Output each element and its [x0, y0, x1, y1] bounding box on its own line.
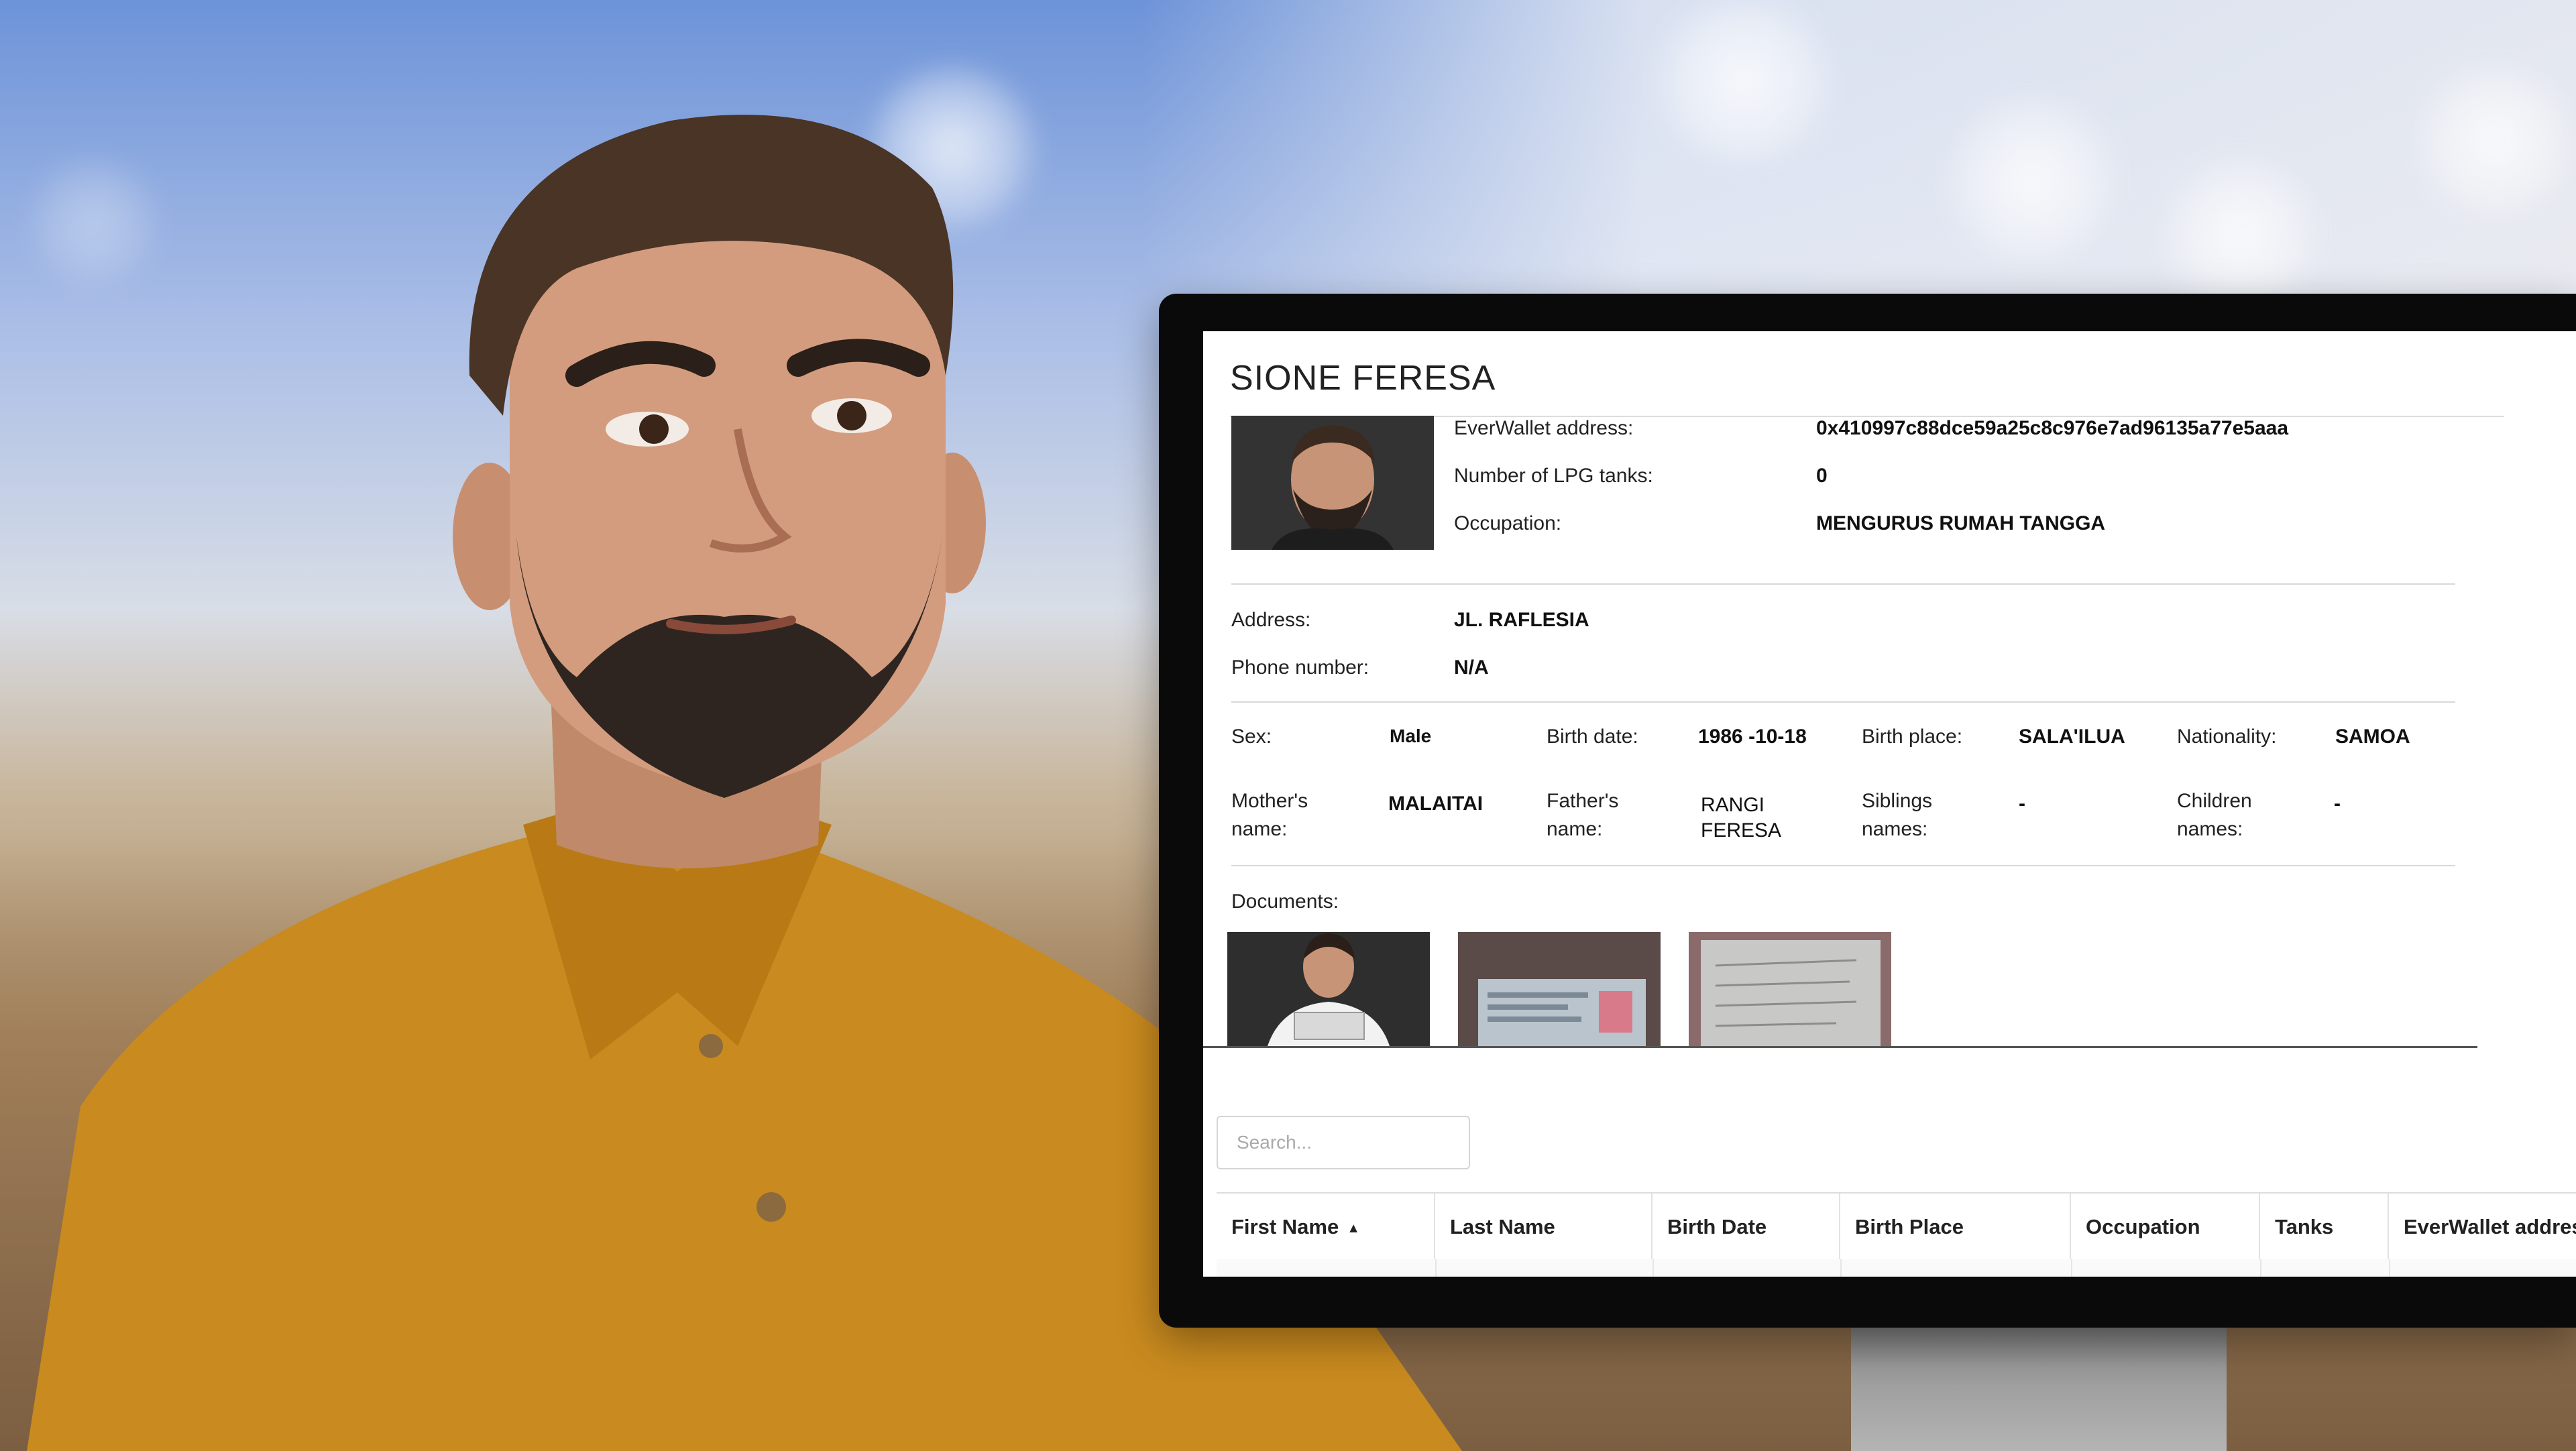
lpg-tanks-label: Number of LPG tanks: — [1454, 465, 1653, 487]
left-iris — [639, 414, 669, 444]
birth-place-label: Birth place: — [1862, 726, 1963, 748]
mother-name-value: MALAITAI — [1388, 793, 1483, 815]
children-names-label: Children names: — [2177, 787, 2252, 844]
right-iris — [837, 401, 866, 430]
app-screen: SIONE FERESA EverWallet address: 0x41099… — [1203, 331, 2576, 1277]
bokeh-light — [2160, 154, 2320, 315]
father-label-line1: Father's — [1547, 790, 1619, 812]
paper-document-icon — [1689, 932, 1891, 1046]
document-thumbnail-paper[interactable] — [1689, 932, 1891, 1046]
table-cell — [2260, 1259, 2390, 1277]
column-birth-place[interactable]: Birth Place — [1840, 1194, 2071, 1261]
table-cell — [1653, 1259, 1842, 1277]
column-tanks[interactable]: Tanks — [2260, 1194, 2389, 1261]
divider — [1231, 701, 2455, 703]
column-label: First Name — [1231, 1215, 1339, 1238]
divider — [1231, 865, 2455, 866]
everwallet-label: EverWallet address: — [1454, 417, 1634, 439]
page-title: SIONE FERESA — [1230, 359, 1496, 398]
children-names-value: - — [2334, 793, 2341, 815]
search-input[interactable] — [1217, 1116, 1470, 1169]
birth-place-value: SALA'ILUA — [2019, 726, 2125, 748]
occupation-value: MENGURUS RUMAH TANGGA — [1816, 512, 2106, 534]
column-occupation[interactable]: Occupation — [2071, 1194, 2260, 1261]
sex-label: Sex: — [1231, 726, 1272, 748]
selfie-with-id-icon — [1227, 932, 1430, 1046]
document-thumbnail-id-card[interactable] — [1458, 932, 1661, 1046]
profile-face-icon — [1231, 416, 1434, 550]
siblings-names-value: - — [2019, 793, 2025, 815]
phone-value: N/A — [1454, 656, 1489, 679]
column-birth-date[interactable]: Birth Date — [1653, 1194, 1840, 1261]
father-value-line1: RANGI — [1701, 794, 1765, 816]
id-card-icon — [1458, 932, 1661, 1046]
nationality-label: Nationality: — [2177, 726, 2277, 748]
children-label-line2: names: — [2177, 818, 2243, 840]
father-value-line2: FERESA — [1701, 819, 1782, 841]
children-label-line1: Children — [2177, 790, 2252, 812]
bokeh-light — [1945, 94, 2119, 268]
shirt-button — [699, 1034, 723, 1058]
siblings-label-line2: names: — [1862, 818, 1928, 840]
address-value: JL. RAFLESIA — [1454, 609, 1589, 631]
table-row[interactable] — [1217, 1259, 2576, 1277]
birth-date-value: 1986 -10-18 — [1698, 726, 1807, 748]
column-last-name[interactable]: Last Name — [1435, 1194, 1653, 1261]
phone-label: Phone number: — [1231, 656, 1369, 679]
father-name-value: RANGI FERESA — [1701, 793, 1781, 844]
table-header: First Name ▲ Last Name Birth Date Birth P… — [1217, 1192, 2576, 1262]
mother-name-label: Mother's name: — [1231, 787, 1308, 844]
shirt-button — [757, 1192, 786, 1222]
documents-divider — [1203, 1046, 2477, 1048]
father-name-label: Father's name: — [1547, 787, 1618, 844]
address-label: Address: — [1231, 609, 1311, 631]
sex-value: Male — [1390, 726, 1432, 746]
nationality-value: SAMOA — [2335, 726, 2410, 748]
column-first-name[interactable]: First Name ▲ — [1217, 1194, 1435, 1261]
document-thumbnail-selfie[interactable] — [1227, 932, 1430, 1046]
sort-up-icon[interactable]: ▲ — [1347, 1195, 1360, 1261]
bokeh-light — [2414, 60, 2575, 221]
mother-label-line1: Mother's — [1231, 790, 1308, 812]
birth-date-label: Birth date: — [1547, 726, 1638, 748]
table-cell — [2071, 1259, 2261, 1277]
table-cell — [1217, 1259, 1437, 1277]
table-cell — [1435, 1259, 1654, 1277]
profile-photo[interactable] — [1231, 416, 1434, 550]
bokeh-light — [1643, 0, 1844, 161]
mother-label-line2: name: — [1231, 818, 1288, 840]
divider — [1231, 583, 2455, 585]
siblings-names-label: Siblings names: — [1862, 787, 1932, 844]
monitor-stand — [1851, 1314, 2227, 1451]
lpg-tanks-value: 0 — [1816, 465, 1828, 487]
father-label-line2: name: — [1547, 818, 1603, 840]
documents-label: Documents: — [1231, 890, 1339, 913]
table-cell — [1840, 1259, 2072, 1277]
everwallet-value: 0x410997c88dce59a25c8c976e7ad96135a77e5a… — [1816, 417, 2289, 439]
column-everwallet-address[interactable]: EverWallet addres — [2389, 1194, 2576, 1261]
siblings-label-line1: Siblings — [1862, 790, 1933, 812]
occupation-label: Occupation: — [1454, 512, 1562, 534]
